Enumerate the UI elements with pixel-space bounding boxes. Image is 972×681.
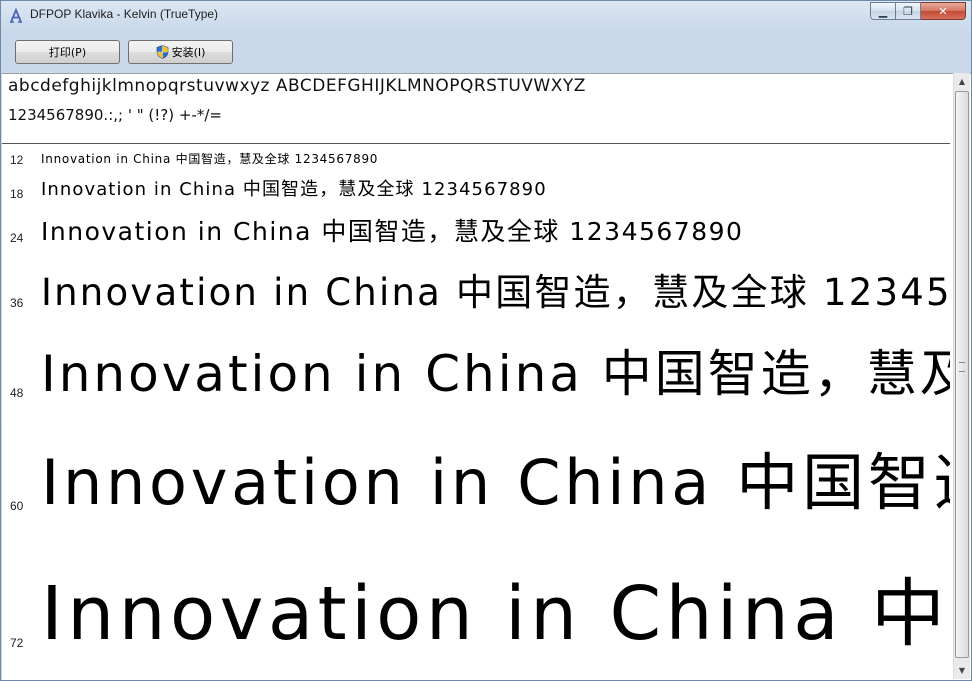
uac-shield-icon [156,45,168,59]
close-icon: ✕ [938,4,948,18]
caption-buttons: ▁ ❐ ✕ [870,2,966,21]
sample-row: 48 Innovation in China 中国智造，慧及全球 1234567… [2,328,950,410]
sample-text: Innovation in China 中国智造，慧及全球 1234567890 [41,446,950,519]
size-label: 24 [10,231,24,245]
sample-text: Innovation in China 中国智造，慧及全球 1234567890 [41,179,547,200]
character-set: abcdefghijklmnopqrstuvwxyz ABCDEFGHIJKLM… [8,74,948,142]
restore-icon: ❐ [903,4,913,18]
arrow-down-icon: ▼ [958,666,966,675]
size-label: 60 [10,499,24,513]
window-title: DFPOP Klavika - Kelvin (TrueType) [30,7,219,21]
sample-row: 18 Innovation in China 中国智造，慧及全球 1234567… [2,172,950,204]
sample-row: 36 Innovation in China 中国智造，慧及全球 1234567… [2,256,950,318]
scrollbar-thumb[interactable] [955,91,969,658]
arrow-up-icon: ▲ [958,77,966,86]
install-button[interactable]: 安装(I) [128,40,233,64]
install-button-label: 安装(I) [171,46,206,59]
size-label: 18 [10,187,24,201]
vertical-scrollbar[interactable]: ▲ ▼ [953,73,970,679]
size-label: 48 [10,386,24,400]
sample-row: 72 Innovation in China 中国智造，慧及全球 1234567… [2,544,950,672]
grip-icon [959,362,965,372]
scroll-down-button[interactable]: ▼ [954,662,970,679]
minimize-button[interactable]: ▁ [870,2,896,20]
minimize-icon: ▁ [878,4,888,18]
print-button[interactable]: 打印(P) [15,40,120,64]
font-viewer-window: DFPOP Klavika - Kelvin (TrueType) ▁ ❐ ✕ … [0,0,972,681]
scroll-up-button[interactable]: ▲ [954,73,970,90]
size-label: 12 [10,153,24,167]
sample-row: 12 Innovation in China 中国智造，慧及全球 1234567… [2,148,950,168]
sample-row: 24 Innovation in China 中国智造，慧及全球 1234567… [2,208,950,250]
close-button[interactable]: ✕ [921,2,966,20]
maximize-button[interactable]: ❐ [896,2,921,20]
sample-text: Innovation in China 中国智造，慧及全球 1234567890 [41,345,950,403]
toolbar: 打印(P) 安装(I) [8,38,966,66]
sample-text: Innovation in China 中国智造，慧及全球 1234567890 [41,271,950,314]
sample-row: 60 Innovation in China 中国智造，慧及全球 1234567… [2,424,950,524]
font-preview-area[interactable]: abcdefghijklmnopqrstuvwxyz ABCDEFGHIJKLM… [2,73,971,680]
charset-letters: abcdefghijklmnopqrstuvwxyz ABCDEFGHIJKLM… [8,76,586,96]
sample-text: Innovation in China 中国智造，慧及全球 1234567890 [41,571,950,657]
font-file-icon [10,8,22,23]
size-label: 36 [10,296,24,310]
size-label: 72 [10,636,24,650]
title-bar[interactable]: DFPOP Klavika - Kelvin (TrueType) ▁ ❐ ✕ [1,1,971,31]
separator-line [2,143,950,144]
sample-text: Innovation in China 中国智造，慧及全球 1234567890 [41,217,744,246]
print-button-label: 打印(P) [48,46,87,59]
charset-symbols: 1234567890.:,; ' " (!?) +-*/= [8,106,222,124]
sample-text: Innovation in China 中国智造，慧及全球 1234567890 [41,152,379,166]
